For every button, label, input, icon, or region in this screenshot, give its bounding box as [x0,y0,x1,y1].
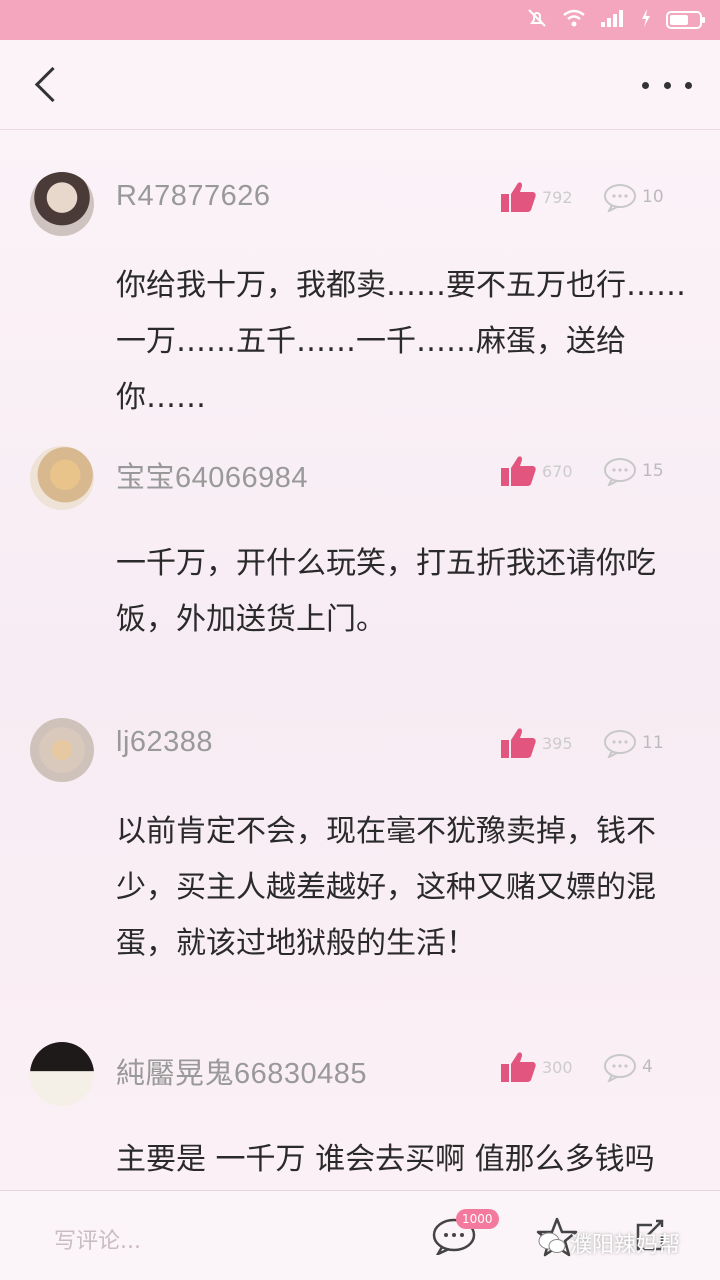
comment-list: R47877626 792 10 你给我十万，我都卖……要不五万也行……一万……… [0,130,720,1190]
dot [685,81,692,89]
like-count: 792 [542,187,573,207]
bottom-bar: 写评论... 1000 濮阳辣妈帮 [0,1190,720,1280]
thumbs-up-icon [501,1052,536,1082]
reply-button[interactable]: 15 [602,456,664,486]
speech-bubble-icon [604,730,636,758]
avatar[interactable] [30,172,94,236]
comment-text: 一千万，开什么玩笑，打五折我还请你吃饭，外加送货上门。 [116,546,656,637]
comment-input[interactable]: 写评论... [54,1223,141,1255]
like-button[interactable]: 300 [500,1050,573,1084]
dot [642,81,649,89]
charging-icon [640,8,652,33]
status-bar [0,0,720,40]
nav-bar [0,40,720,130]
wifi-icon [562,8,586,33]
signal-icon [600,8,626,33]
watermark-text: 濮阳辣妈帮 [570,1233,681,1258]
speech-bubble-icon [604,184,636,212]
speech-bubble-icon [604,458,636,486]
back-button[interactable] [26,62,66,110]
avatar[interactable] [30,1042,94,1106]
reply-button[interactable]: 11 [602,728,664,758]
like-count: 670 [542,461,573,481]
mute-icon [526,7,548,34]
avatar[interactable] [30,446,94,510]
reply-count: 11 [642,733,664,753]
like-count: 395 [542,733,573,753]
thumbs-up-icon [501,182,536,212]
comment-count-badge: 1000 [456,1209,499,1229]
comment-text: 主要是 一千万 谁会去买啊 值那么多钱吗 [116,1142,655,1177]
like-button[interactable]: 792 [500,180,573,214]
avatar[interactable] [30,718,94,782]
reply-button[interactable]: 4 [602,1052,653,1082]
dot [663,81,671,89]
reply-count: 4 [642,1057,653,1077]
comment-username[interactable]: 宝宝64066984 [116,454,308,496]
comment-text: 以前肯定不会，现在毫不犹豫卖掉，钱不少，买主人越差越好，这种又赌又嫖的混蛋，就该… [116,814,656,961]
comment-text: 你给我十万，我都卖……要不五万也行……一万……五千……一千……麻蛋，送给你…… [116,268,686,415]
like-button[interactable]: 395 [500,726,573,760]
battery-icon [666,11,705,29]
watermark: 濮阳辣妈帮 [538,1227,680,1259]
reply-button[interactable]: 10 [602,182,664,212]
thumbs-up-icon [501,728,536,758]
comment-username[interactable]: 純靨晃鬼66830485 [116,1050,367,1092]
reply-count: 10 [642,187,664,207]
comment-username[interactable]: R47877626 [116,180,270,213]
more-options-button[interactable] [642,70,692,100]
like-count: 300 [542,1057,573,1077]
comment-username[interactable]: lj62388 [116,726,213,759]
speech-bubble-icon [604,1054,636,1082]
like-button[interactable]: 670 [500,454,573,488]
wechat-logo-icon [538,1232,566,1253]
reply-count: 15 [642,461,664,481]
thumbs-up-icon [501,456,536,486]
